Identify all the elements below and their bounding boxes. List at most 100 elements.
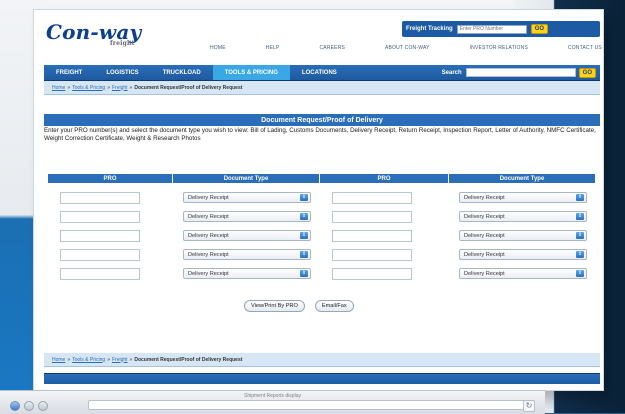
doc-type-value: Delivery Receipt [464, 270, 505, 277]
select-arrows-icon: ⇕ [576, 251, 584, 258]
breadcrumb-tools[interactable]: Tools & Pricing [72, 357, 105, 363]
pro-input-left[interactable] [60, 210, 140, 223]
header-pro-left: PRO [48, 174, 173, 183]
breadcrumb-freight[interactable]: Freight [112, 357, 128, 363]
doc-type-select-right[interactable]: Delivery Receipt ⇕ [459, 249, 587, 260]
doc-type-value: Delivery Receipt [464, 213, 505, 220]
breadcrumb-home[interactable]: Home [52, 357, 65, 363]
footer-bar [44, 373, 600, 384]
select-arrows-icon: ⇕ [300, 232, 308, 239]
doc-type-value: Delivery Receipt [464, 251, 505, 258]
pro-input-left[interactable] [60, 229, 140, 242]
tracking-go-button[interactable]: GO [530, 24, 549, 34]
breadcrumb-separator: » [67, 356, 71, 363]
doc-type-value: Delivery Receipt [464, 194, 505, 201]
request-row: Delivery Receipt ⇕ Delivery Receipt ⇕ [48, 226, 596, 245]
doc-type-select-left[interactable]: Delivery Receipt ⇕ [183, 230, 311, 241]
utilnav-about[interactable]: ABOUT CON-WAY [385, 45, 430, 51]
new-window-icon[interactable] [38, 401, 48, 411]
breadcrumb-tools[interactable]: Tools & Pricing [72, 85, 105, 91]
utilnav-investor[interactable]: INVESTOR RELATIONS [470, 45, 528, 51]
select-arrows-icon: ⇕ [576, 213, 584, 220]
header-pro-right: PRO [320, 174, 449, 183]
form-actions: View/Print By PRO Email/Fax [244, 300, 354, 312]
conway-logo[interactable]: Con-way freight [46, 20, 141, 47]
pro-input-right[interactable] [332, 229, 412, 242]
utilnav-careers[interactable]: CAREERS [319, 45, 345, 51]
breadcrumb-current: Document Request/Proof of Delivery Reque… [134, 84, 243, 91]
form-header: PRO Document Type PRO Document Type [48, 174, 596, 183]
logo-subtext: freight [110, 40, 135, 47]
breadcrumb-footer: Home » Tools & Pricing » Freight » Docum… [44, 353, 600, 367]
breadcrumb-separator: » [129, 356, 133, 363]
select-arrows-icon: ⇕ [576, 232, 584, 239]
select-arrows-icon: ⇕ [576, 194, 584, 201]
pro-input-right[interactable] [332, 248, 412, 261]
utilnav-home[interactable]: HOME [210, 45, 226, 51]
page-title: Document Request/Proof of Delivery [44, 114, 600, 126]
nav-truckload[interactable]: TRUCKLOAD [151, 65, 213, 80]
view-print-button[interactable]: View/Print By PRO [244, 300, 305, 312]
document-request-rows: Delivery Receipt ⇕ Delivery Receipt ⇕ Deli… [48, 188, 596, 283]
main-nav: FREIGHT LOGISTICS TRUCKLOAD TOOLS & PRIC… [44, 65, 600, 81]
doc-type-select-left[interactable]: Delivery Receipt ⇕ [183, 211, 311, 222]
select-arrows-icon: ⇕ [300, 251, 308, 258]
utilnav-contact[interactable]: CONTACT US [568, 45, 602, 51]
browser-content: Con-way freight Freight Tracking GO HOME… [34, 10, 603, 390]
tracking-label: Freight Tracking [406, 26, 453, 32]
request-row: Delivery Receipt ⇕ Delivery Receipt ⇕ [48, 188, 596, 207]
intro-text: Enter your PRO number(s) and select the … [44, 127, 596, 143]
email-fax-button[interactable]: Email/Fax [314, 300, 354, 312]
doc-type-select-left[interactable]: Delivery Receipt ⇕ [183, 249, 311, 260]
back-icon[interactable] [10, 401, 20, 411]
browser-nav [10, 401, 48, 411]
breadcrumb-separator: » [107, 356, 110, 363]
request-row: Delivery Receipt ⇕ Delivery Receipt ⇕ [48, 245, 596, 264]
reload-icon[interactable]: ↻ [523, 400, 535, 412]
select-arrows-icon: ⇕ [300, 213, 308, 220]
breadcrumb-separator: » [67, 84, 71, 91]
site-search-input[interactable] [465, 68, 576, 77]
search-label: Search [441, 69, 462, 76]
header-doctype-right: Document Type [449, 174, 596, 183]
breadcrumb-current: Document Request/Proof of Delivery Reque… [134, 356, 243, 363]
doc-type-value: Delivery Receipt [188, 213, 229, 220]
doc-type-select-right[interactable]: Delivery Receipt ⇕ [459, 192, 587, 203]
header-doctype-left: Document Type [173, 174, 320, 183]
utilnav-help[interactable]: HELP [266, 45, 280, 51]
pro-input-left[interactable] [60, 248, 140, 261]
nav-tools-pricing[interactable]: TOOLS & PRICING [212, 65, 290, 80]
browser-window-2: Shipment Reports display ↻ [0, 390, 545, 414]
request-row: Delivery Receipt ⇕ Delivery Receipt ⇕ [48, 207, 596, 226]
pro-input-right[interactable] [332, 210, 412, 223]
select-arrows-icon: ⇕ [300, 194, 308, 201]
nav-locations[interactable]: LOCATIONS [290, 65, 349, 80]
utility-nav: HOME HELP CAREERS ABOUT CON-WAY INVESTOR… [210, 43, 602, 53]
breadcrumb-separator: » [129, 84, 133, 91]
request-row: Delivery Receipt ⇕ Delivery Receipt ⇕ [48, 264, 596, 283]
pro-input-left[interactable] [60, 191, 140, 204]
nav-freight[interactable]: FREIGHT [44, 65, 94, 80]
forward-icon[interactable] [24, 401, 34, 411]
address-bar[interactable] [88, 400, 528, 410]
pro-input-right[interactable] [332, 267, 412, 280]
doc-type-select-left[interactable]: Delivery Receipt ⇕ [183, 268, 311, 279]
doc-type-value: Delivery Receipt [188, 270, 229, 277]
nav-logistics[interactable]: LOGISTICS [94, 65, 150, 80]
doc-type-select-left[interactable]: Delivery Receipt ⇕ [183, 192, 311, 203]
pro-input-right[interactable] [332, 191, 412, 204]
doc-type-select-right[interactable]: Delivery Receipt ⇕ [459, 230, 587, 241]
freight-tracking: Freight Tracking GO [402, 21, 600, 37]
doc-type-select-right[interactable]: Delivery Receipt ⇕ [459, 268, 587, 279]
breadcrumb-separator: » [107, 84, 110, 91]
breadcrumb-freight[interactable]: Freight [112, 85, 128, 91]
doc-type-value: Delivery Receipt [188, 232, 229, 239]
doc-type-select-right[interactable]: Delivery Receipt ⇕ [459, 211, 587, 222]
search-go-button[interactable]: GO [578, 67, 596, 78]
doc-type-value: Delivery Receipt [188, 251, 229, 258]
pro-input-left[interactable] [60, 267, 140, 280]
pro-number-input[interactable] [456, 24, 527, 34]
breadcrumb-home[interactable]: Home [52, 85, 65, 91]
select-arrows-icon: ⇕ [576, 270, 584, 277]
doc-type-value: Delivery Receipt [188, 194, 229, 201]
